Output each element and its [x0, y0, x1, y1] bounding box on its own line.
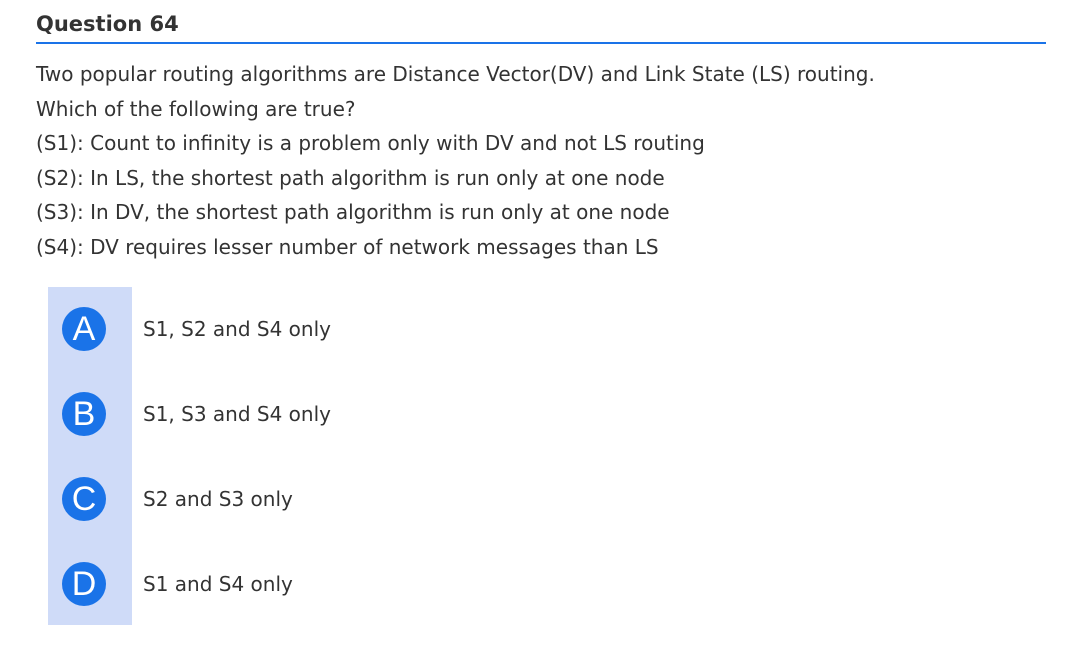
- option-b-badge[interactable]: B: [62, 392, 106, 436]
- option-c-text[interactable]: S2 and S3 only: [143, 487, 293, 511]
- option-b-text[interactable]: S1, S3 and S4 only: [143, 402, 331, 426]
- statement-s1: (S1): Count to infinity is a problem onl…: [36, 131, 705, 155]
- question-body: Two popular routing algorithms are Dista…: [36, 57, 1046, 264]
- option-b[interactable]: B S1, S3 and S4 only: [62, 392, 331, 436]
- question-title: Question 64: [36, 12, 179, 36]
- question-prompt: Which of the following are true?: [36, 96, 356, 121]
- question-header: Question 64: [36, 8, 1046, 44]
- option-a[interactable]: A S1, S2 and S4 only: [62, 307, 331, 351]
- option-d-badge[interactable]: D: [62, 562, 106, 606]
- statement-s4: (S4): DV requires lesser number of netwo…: [36, 234, 659, 259]
- statement-s3: (S3): In DV, the shortest path algorithm…: [36, 200, 670, 224]
- option-a-text[interactable]: S1, S2 and S4 only: [143, 317, 331, 341]
- option-a-badge[interactable]: A: [62, 307, 106, 351]
- option-c[interactable]: C S2 and S3 only: [62, 477, 293, 521]
- statement-s2: (S2): In LS, the shortest path algorithm…: [36, 165, 665, 190]
- option-d-text[interactable]: S1 and S4 only: [143, 572, 293, 596]
- question-text: Two popular routing algorithms are Dista…: [36, 62, 875, 86]
- option-c-badge[interactable]: C: [62, 477, 106, 521]
- option-d[interactable]: D S1 and S4 only: [62, 562, 293, 606]
